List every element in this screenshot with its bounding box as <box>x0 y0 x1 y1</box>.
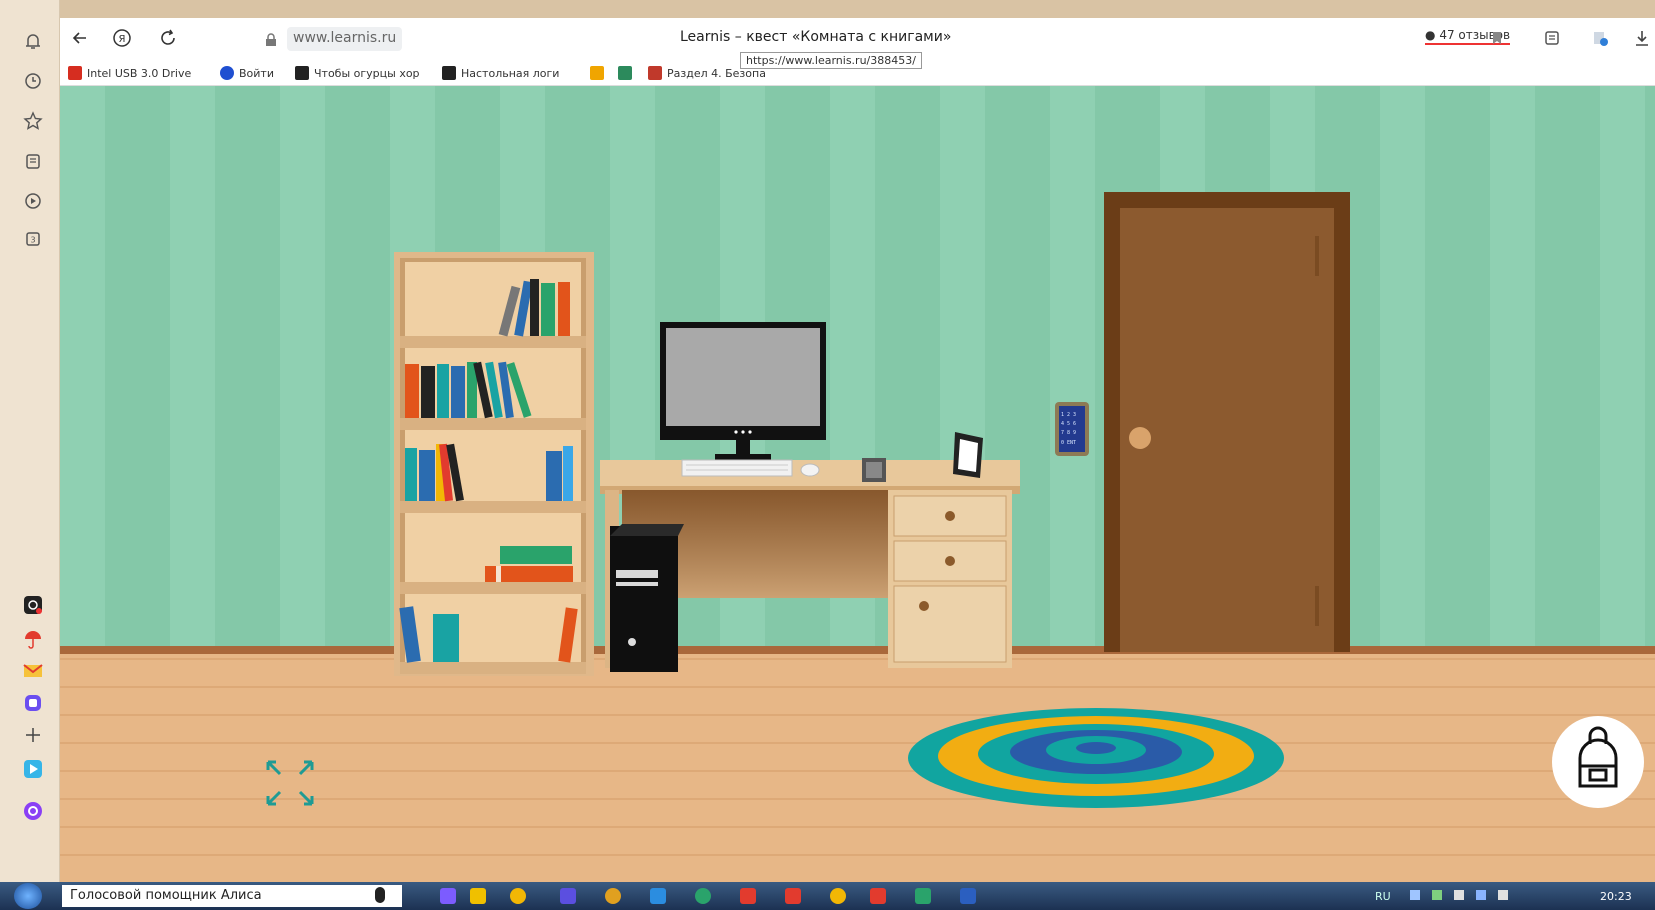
taskbar-app-notes-icon[interactable] <box>915 888 931 904</box>
bookmark-item[interactable]: Войти <box>220 66 274 80</box>
bookmark-item[interactable]: Настольная логи <box>442 66 559 80</box>
round-rug[interactable] <box>908 708 1284 808</box>
taskbar-app-browser-icon[interactable] <box>605 888 621 904</box>
taskbar-app-viber-icon[interactable] <box>440 888 456 904</box>
bookmark-favicon <box>590 66 604 80</box>
taskbar-app-ie-icon[interactable] <box>650 888 666 904</box>
alice-assistant-icon[interactable] <box>22 800 44 822</box>
clock[interactable]: 20:23 <box>1600 890 1632 903</box>
photo-frame[interactable] <box>953 432 983 478</box>
door-keypad[interactable]: 1 2 3 4 5 6 7 8 9 0 ENT <box>1055 402 1089 456</box>
door[interactable] <box>1104 192 1350 652</box>
mail-icon[interactable] <box>22 660 44 682</box>
browser-sidebar: 3 <box>0 0 60 882</box>
backpack-inventory-button[interactable] <box>1552 716 1644 808</box>
volume-icon[interactable] <box>1498 890 1508 900</box>
taskbar-app-word-icon[interactable] <box>960 888 976 904</box>
bookmark-favicon <box>68 66 82 80</box>
bookmark-label: Войти <box>239 66 274 80</box>
bookmark-item[interactable]: Intel USB 3.0 Drive <box>68 66 191 80</box>
messenger-icon[interactable] <box>22 692 44 714</box>
drawer-2-knob[interactable] <box>945 556 955 566</box>
drawer-1-knob[interactable] <box>945 511 955 521</box>
taskbar-app-utorrent-icon[interactable] <box>695 888 711 904</box>
room-objects: 1 2 3 4 5 6 7 8 9 0 ENT <box>266 192 1644 808</box>
taskbar-app-explorer-icon[interactable] <box>470 888 486 904</box>
taskbar-app-yandex-browser-icon[interactable] <box>870 888 886 904</box>
reload-button[interactable] <box>156 26 180 50</box>
taskbar-app-chrome-icon[interactable] <box>510 888 526 904</box>
back-button[interactable] <box>68 26 92 50</box>
tray-app-icon[interactable] <box>1432 890 1442 900</box>
bookmark-item[interactable]: Чтобы огурцы хор <box>295 66 420 80</box>
weather-umbrella-icon[interactable] <box>22 628 44 650</box>
start-button[interactable] <box>14 883 42 909</box>
address-bar[interactable]: www.learnis.ru <box>287 27 403 51</box>
svg-text:4 5 6: 4 5 6 <box>1061 421 1076 427</box>
yandex-logo-icon[interactable]: Я <box>110 26 134 50</box>
add-icon[interactable] <box>22 724 44 746</box>
bookmark-favicon <box>220 66 234 80</box>
lock-icon <box>265 32 277 51</box>
alice-search-field[interactable]: Голосовой помощник Алиса <box>62 885 402 907</box>
pc-tower[interactable] <box>610 524 684 672</box>
bluetooth-icon[interactable] <box>1476 890 1486 900</box>
svg-text:1 2 3: 1 2 3 <box>1061 412 1076 418</box>
phone[interactable] <box>862 458 886 482</box>
bookmark-item[interactable] <box>618 66 632 80</box>
tabs-count-icon[interactable]: 3 <box>22 228 44 250</box>
svg-text:0 ENT: 0 ENT <box>1061 440 1076 446</box>
door-knob[interactable] <box>1129 427 1151 449</box>
tray-flag-icon[interactable] <box>1410 890 1420 900</box>
page-title: Learnis – квест «Комната с книгами» <box>680 29 952 45</box>
bookmark-favicon <box>648 66 662 80</box>
video-app-icon[interactable] <box>22 758 44 780</box>
taskbar-app-yandex-icon[interactable] <box>740 888 756 904</box>
url-tooltip: https://www.learnis.ru/388453/ <box>740 52 922 69</box>
bookmark-label: Чтобы огурцы хор <box>314 66 420 80</box>
svg-text:7 8 9: 7 8 9 <box>1061 430 1076 436</box>
system-tray <box>1410 890 1570 902</box>
reader-mode-icon[interactable] <box>1540 26 1564 50</box>
taskbar-app-yandex2-icon[interactable] <box>785 888 801 904</box>
alice-app-icon[interactable] <box>22 594 44 616</box>
star-icon[interactable] <box>22 110 44 132</box>
bookmark-label: Настольная логи <box>461 66 560 80</box>
keyboard[interactable] <box>681 459 793 477</box>
taskbar-app-vs-icon[interactable] <box>560 888 576 904</box>
bookmark-label: Intel USB 3.0 Drive <box>87 66 192 80</box>
svg-text:Я: Я <box>119 34 126 45</box>
bookmark-icon[interactable] <box>1485 26 1509 50</box>
drawer-3-knob[interactable] <box>919 601 929 611</box>
bookmark-favicon <box>442 66 456 80</box>
bookshelf[interactable] <box>394 252 594 676</box>
computer-monitor[interactable] <box>660 322 826 460</box>
keyboard-language[interactable]: RU <box>1375 890 1391 903</box>
game-room-scene: 1 2 3 4 5 6 7 8 9 0 ENT <box>60 86 1655 882</box>
play-icon[interactable] <box>22 190 44 212</box>
browser-window: 3 Я www.learnis.ru Learnis – квест «Комн… <box>0 0 1655 910</box>
svg-text:3: 3 <box>30 236 35 245</box>
bookmark-favicon <box>618 66 632 80</box>
history-icon[interactable] <box>22 70 44 92</box>
extension-icon[interactable] <box>1588 26 1612 50</box>
collections-icon[interactable] <box>22 150 44 172</box>
download-icon[interactable] <box>1630 26 1654 50</box>
mouse[interactable] <box>800 463 820 477</box>
fullscreen-toggle-icon[interactable] <box>266 760 314 806</box>
network-icon[interactable] <box>1454 890 1464 900</box>
microphone-icon[interactable] <box>375 887 385 903</box>
comment-icon: ● <box>1425 28 1436 42</box>
bookmark-favicon <box>295 66 309 80</box>
taskbar-app-chrome2-icon[interactable] <box>830 888 846 904</box>
bookmark-item[interactable] <box>590 66 604 80</box>
bell-icon[interactable] <box>22 30 44 52</box>
windows-taskbar: Голосовой помощник Алиса RU 20:23 <box>0 882 1655 910</box>
